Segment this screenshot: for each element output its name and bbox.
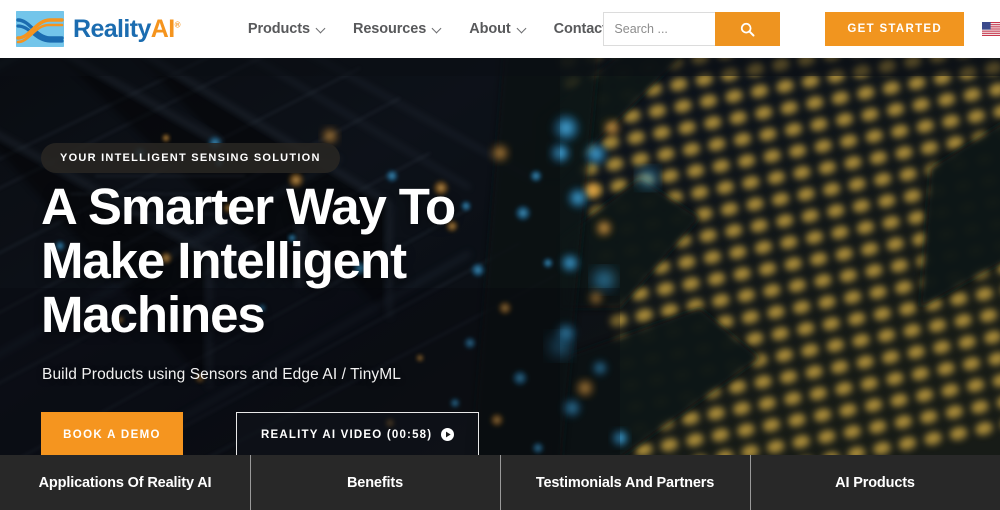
chevron-down-icon [518,25,527,34]
search-icon [740,22,755,37]
get-started-button[interactable]: GET STARTED [825,12,964,46]
hero-content: YOUR INTELLIGENT SENSING SOLUTION A Smar… [41,58,641,455]
header-actions: GET STARTED [603,0,1000,58]
nav-label: Products [247,21,310,37]
reality-ai-waves-logo-icon [16,11,64,47]
logo-word-ai: AI [150,14,175,43]
section-anchor-bar: Applications Of Reality AI Benefits Test… [0,455,1000,510]
nav-label: Contact [553,21,607,37]
nav-item-resources[interactable]: Resources [353,21,442,37]
chevron-down-icon [433,25,442,34]
nav-item-about[interactable]: About [469,21,526,37]
play-circle-icon [441,428,455,441]
headline-line-1: A Smarter Way To [41,178,456,235]
logo-wordmark: RealityAI® [73,14,181,43]
us-flag-icon[interactable] [982,22,1000,36]
headline-line-3: Machines [41,286,266,344]
nav-item-contact[interactable]: Contact [554,21,607,37]
hero-subtitle: Build Products using Sensors and Edge AI… [42,366,402,383]
video-button-label: REALITY AI VIDEO (00:58) [261,428,433,441]
hero-section: YOUR INTELLIGENT SENSING SOLUTION A Smar… [0,58,1000,455]
hero-eyebrow-badge: YOUR INTELLIGENT SENSING SOLUTION [41,143,340,173]
nav-item-products[interactable]: Products [248,21,326,37]
primary-navigation: Products Resources About Contact [248,21,607,37]
hero-headline: A Smarter Way To Make Intelligent Machin… [41,178,456,344]
search-input[interactable] [603,12,716,46]
nav-label: About [469,21,511,37]
anchor-ai-products[interactable]: AI Products [750,455,1000,510]
anchor-benefits[interactable]: Benefits [250,455,500,510]
book-a-demo-button[interactable]: BOOK A DEMO [41,412,183,455]
chevron-down-icon [317,25,326,34]
site-logo[interactable]: RealityAI® [16,11,181,47]
logo-word-reality: Reality [73,14,151,43]
search-box [603,12,781,46]
hero-cta-row: BOOK A DEMO REALITY AI VIDEO (00:58) [41,412,480,455]
anchor-testimonials-and-partners[interactable]: Testimonials And Partners [500,455,750,510]
page-root: RealityAI® Products Resources About Cont… [0,0,1000,510]
registered-mark: ® [174,20,181,30]
nav-label: Resources [352,21,427,37]
site-header: RealityAI® Products Resources About Cont… [0,0,1000,58]
headline-line-2: Make Intelligent [41,232,407,290]
search-button[interactable] [715,12,781,46]
anchor-applications-of-reality-ai[interactable]: Applications Of Reality AI [0,455,250,510]
reality-ai-video-button[interactable]: REALITY AI VIDEO (00:58) [236,412,480,455]
